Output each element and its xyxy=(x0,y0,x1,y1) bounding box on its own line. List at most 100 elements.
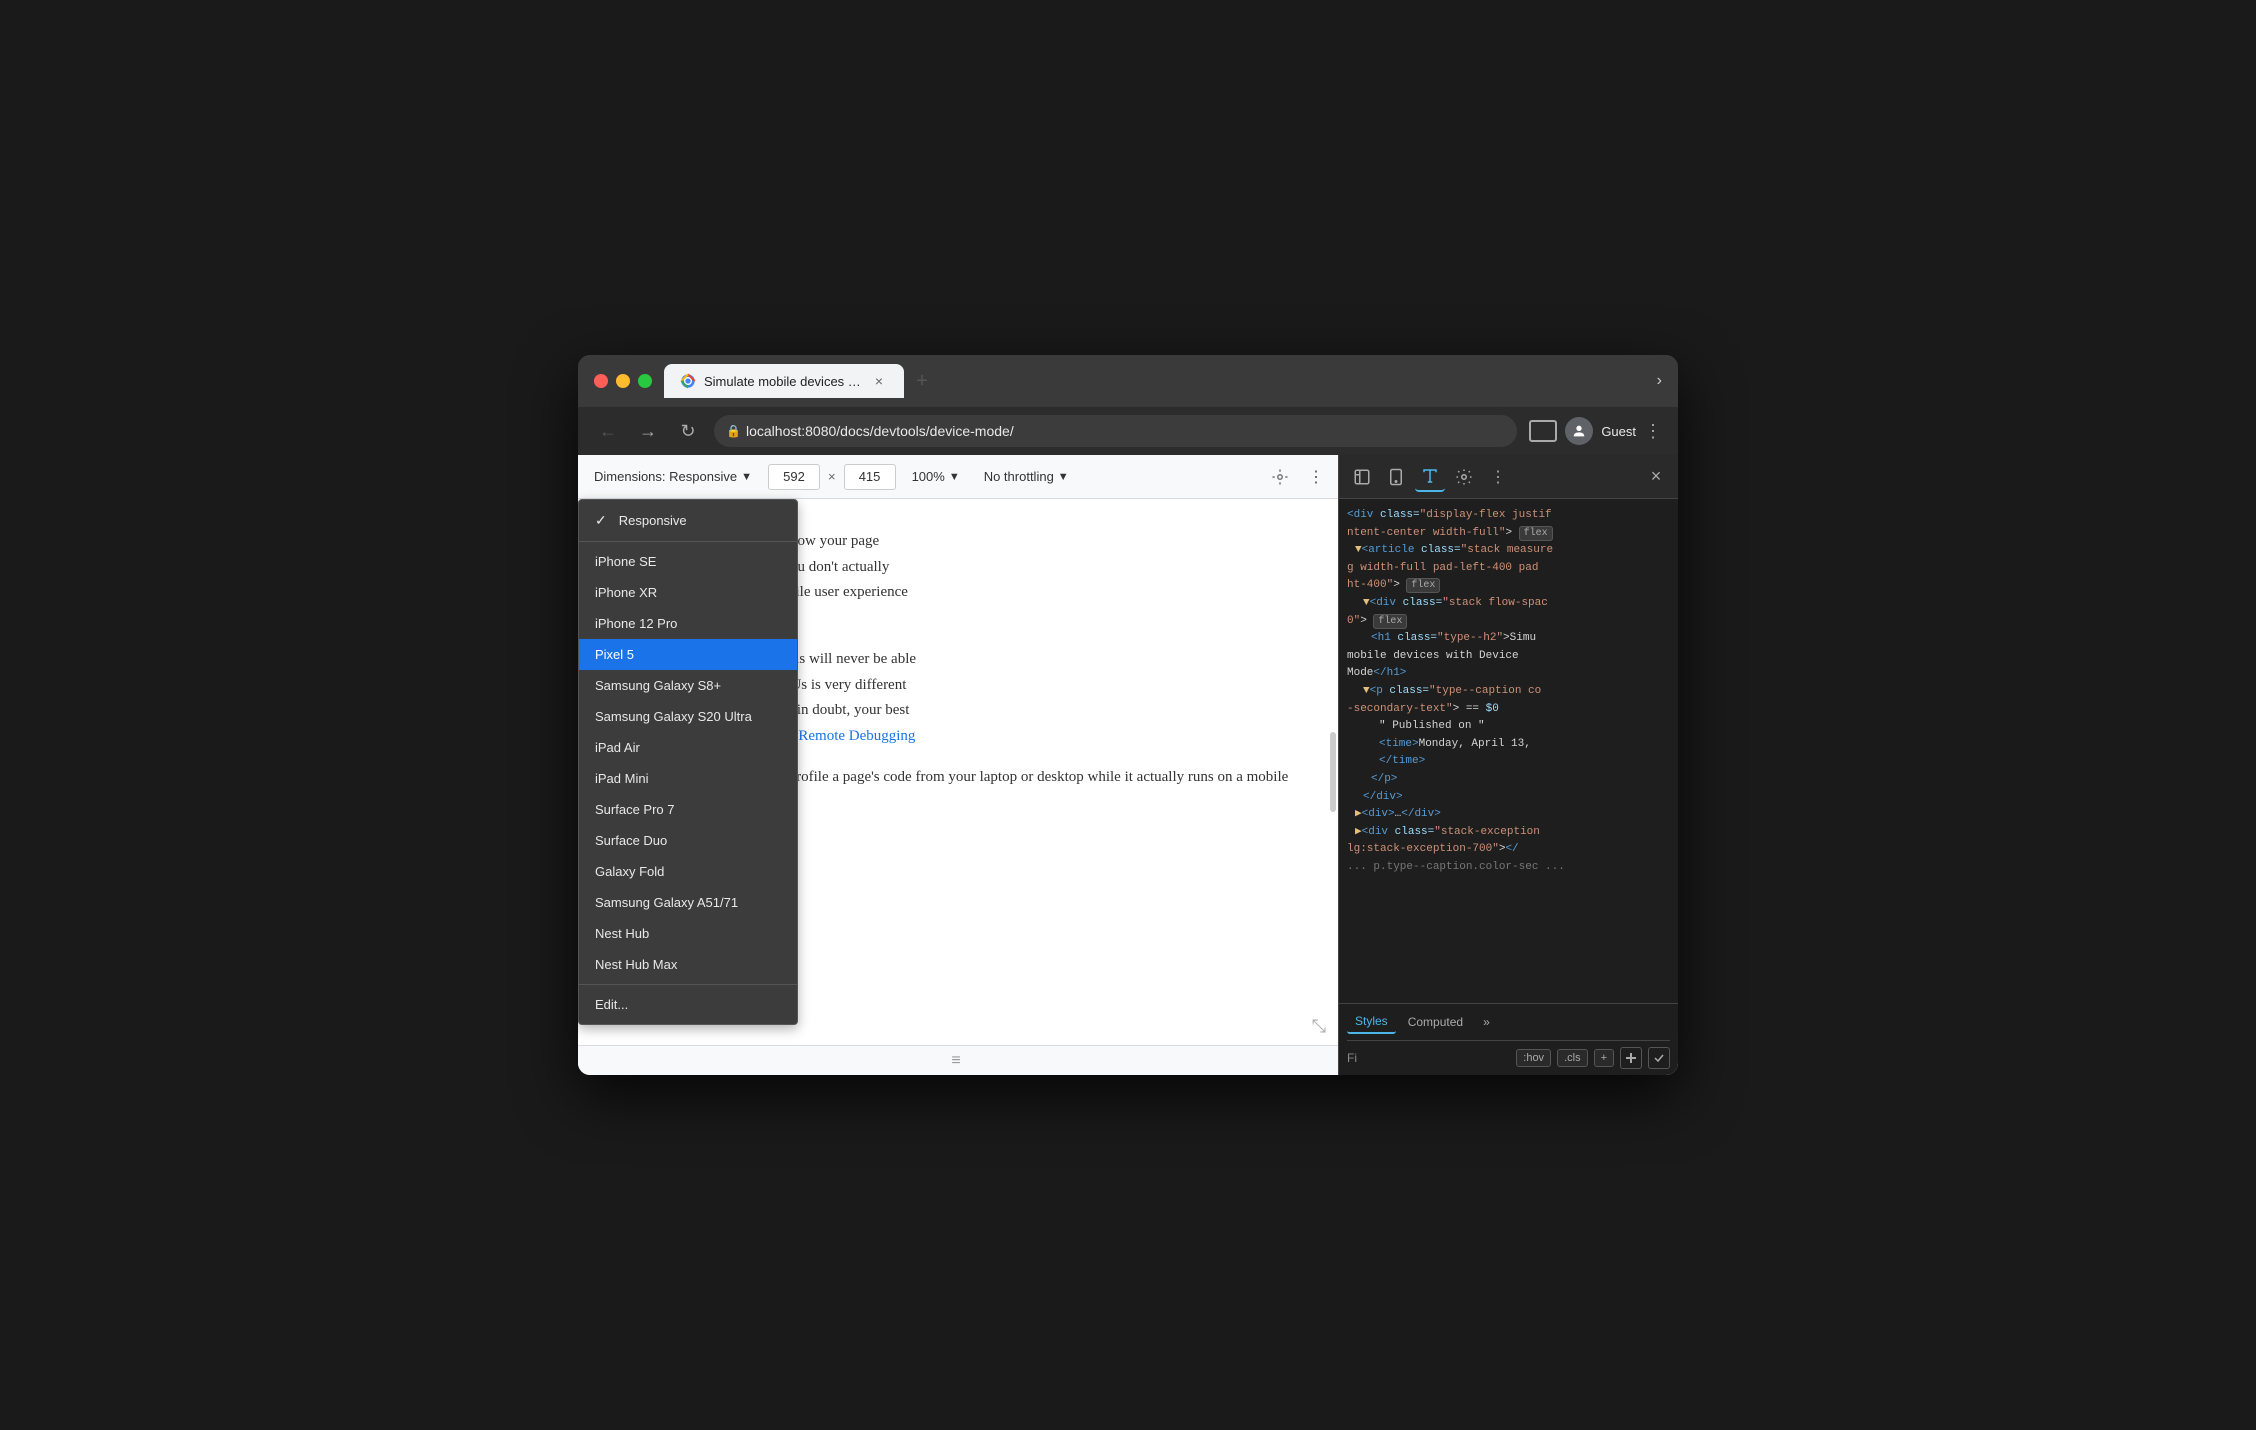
device-toolbar: Dimensions: Responsive ▼ × 100% ▼ No thr… xyxy=(578,455,1338,499)
tab-bar: Simulate mobile devices with D × + › xyxy=(664,364,1662,398)
nest-hub-max-label: Nest Hub Max xyxy=(595,957,677,972)
forward-button[interactable]: → xyxy=(634,417,662,445)
dimensions-chevron-icon: ▼ xyxy=(741,471,752,483)
dropdown-item-responsive[interactable]: Responsive xyxy=(579,504,797,537)
dropdown-item-samsung-s8[interactable]: Samsung Galaxy S8+ xyxy=(579,670,797,701)
dropdown-item-iphone-xr[interactable]: iPhone XR xyxy=(579,577,797,608)
inspector-icon[interactable] xyxy=(1347,462,1377,492)
code-line-7: 0"> flex xyxy=(1347,613,1670,631)
devtools-header: ⋮ × xyxy=(1339,455,1678,499)
remote-debugging-link[interactable]: Remote Debugging xyxy=(798,728,915,744)
active-tab[interactable]: Simulate mobile devices with D × xyxy=(664,364,904,398)
more-tabs[interactable]: » xyxy=(1475,1011,1498,1033)
styles-tab[interactable]: Styles xyxy=(1347,1010,1396,1034)
samsung-a51-label: Samsung Galaxy A51/71 xyxy=(595,895,738,910)
surface-pro-7-label: Surface Pro 7 xyxy=(595,802,675,817)
code-line-19: ▶<div class="stack-exception xyxy=(1355,824,1670,842)
traffic-lights xyxy=(594,374,652,388)
elements-tab-icon[interactable] xyxy=(1415,462,1445,492)
size-separator: × xyxy=(828,469,836,484)
chrome-menu-icon[interactable]: ⋮ xyxy=(1644,421,1662,442)
cls-button[interactable]: .cls xyxy=(1557,1049,1588,1067)
code-line-4: g width-full pad-left-400 pad xyxy=(1347,560,1670,578)
toggle-element-state-icon[interactable] xyxy=(1648,1047,1670,1069)
sensors-icon[interactable] xyxy=(1266,463,1294,491)
throttle-chevron-icon: ▼ xyxy=(1058,471,1069,483)
throttle-dropdown-button[interactable]: No throttling ▼ xyxy=(976,465,1077,488)
page-bottom-bar: ≡ xyxy=(578,1045,1338,1075)
new-tab-button[interactable]: + xyxy=(908,367,936,395)
screen-toggle-button[interactable] xyxy=(1529,420,1557,442)
profile-area: Guest ⋮ xyxy=(1529,417,1662,445)
address-wrapper: 🔒 xyxy=(714,415,1517,447)
code-line-15: </time> xyxy=(1379,753,1670,771)
width-input[interactable] xyxy=(768,464,820,490)
device-mode-icon[interactable] xyxy=(1381,462,1411,492)
dropdown-item-iphone-12-pro[interactable]: iPhone 12 Pro xyxy=(579,608,797,639)
dropdown-item-surface-pro-7[interactable]: Surface Pro 7 xyxy=(579,794,797,825)
tab-menu-button[interactable]: › xyxy=(1657,372,1662,390)
code-line-2: ntent-center width-full"> flex xyxy=(1347,525,1670,543)
minimize-button[interactable] xyxy=(616,374,630,388)
back-button[interactable]: ← xyxy=(594,417,622,445)
dropdown-item-pixel-5[interactable]: Pixel 5 xyxy=(579,639,797,670)
code-line-8: <h1 class="type--h2">Simu xyxy=(1371,630,1670,648)
devtools-panel: ⋮ × <div class="display-flex justif nten… xyxy=(1338,455,1678,1075)
devtools-close-button[interactable]: × xyxy=(1642,463,1670,491)
code-line-11: ▼<p class="type--caption co xyxy=(1363,683,1670,701)
iphone-12-pro-label: iPhone 12 Pro xyxy=(595,616,677,631)
dropdown-item-nest-hub[interactable]: Nest Hub xyxy=(579,918,797,949)
code-line-9: mobile devices with Device xyxy=(1347,648,1670,666)
address-input[interactable] xyxy=(714,415,1517,447)
devtools-styles-area: Styles Computed » Fi :hov .cls + xyxy=(1339,1003,1678,1075)
dropdown-item-iphone-se[interactable]: iPhone SE xyxy=(579,546,797,577)
dropdown-item-ipad-air[interactable]: iPad Air xyxy=(579,732,797,763)
new-style-rule-icon[interactable] xyxy=(1620,1047,1642,1069)
surface-duo-label: Surface Duo xyxy=(595,833,667,848)
code-line-13: " Published on " xyxy=(1379,718,1670,736)
dropdown-item-galaxy-fold[interactable]: Galaxy Fold xyxy=(579,856,797,887)
dimensions-label: Dimensions: Responsive xyxy=(594,469,737,484)
ipad-air-label: iPad Air xyxy=(595,740,640,755)
code-line-14: <time>Monday, April 13, xyxy=(1379,736,1670,754)
dropdown-item-surface-duo[interactable]: Surface Duo xyxy=(579,825,797,856)
iphone-xr-label: iPhone XR xyxy=(595,585,657,600)
zoom-label: 100% xyxy=(912,469,945,484)
resize-handle-icon: ⤡ xyxy=(1312,1016,1326,1037)
settings-icon[interactable] xyxy=(1449,462,1479,492)
code-line-16: </p> xyxy=(1371,771,1670,789)
dropdown-divider-2 xyxy=(579,984,797,985)
iphone-se-label: iPhone SE xyxy=(595,554,656,569)
hov-button[interactable]: :hov xyxy=(1516,1049,1551,1067)
dropdown-item-samsung-a51[interactable]: Samsung Galaxy A51/71 xyxy=(579,887,797,918)
styles-tabs: Styles Computed » xyxy=(1347,1010,1670,1041)
tab-close-button[interactable]: × xyxy=(870,372,888,390)
reload-button[interactable]: ↻ xyxy=(674,417,702,445)
dropdown-item-ipad-mini[interactable]: iPad Mini xyxy=(579,763,797,794)
dimensions-dropdown-button[interactable]: Dimensions: Responsive ▼ xyxy=(586,465,760,488)
profile-icon[interactable] xyxy=(1565,417,1593,445)
code-line-5: ht-400"> flex xyxy=(1347,577,1670,595)
throttle-label: No throttling xyxy=(984,469,1054,484)
dropdown-item-samsung-s20[interactable]: Samsung Galaxy S20 Ultra xyxy=(579,701,797,732)
viewport-wrapper: Dimensions: Responsive ▼ × 100% ▼ No thr… xyxy=(578,455,1338,1075)
dropdown-item-nest-hub-max[interactable]: Nest Hub Max xyxy=(579,949,797,980)
height-input[interactable] xyxy=(844,464,896,490)
chrome-favicon-icon xyxy=(680,373,696,389)
devtools-more-options-icon[interactable]: ⋮ xyxy=(1483,462,1513,492)
address-bar: ← → ↻ 🔒 Guest ⋮ xyxy=(578,407,1678,455)
computed-tab[interactable]: Computed xyxy=(1400,1011,1471,1033)
add-style-button[interactable]: + xyxy=(1594,1049,1614,1067)
code-line-21: ... p.type--caption.color-sec ... xyxy=(1347,859,1670,877)
styles-toolbar: Fi :hov .cls + xyxy=(1347,1041,1670,1069)
bottom-grip-icon: ≡ xyxy=(951,1052,964,1070)
zoom-dropdown-button[interactable]: 100% ▼ xyxy=(904,465,968,488)
maximize-button[interactable] xyxy=(638,374,652,388)
galaxy-fold-label: Galaxy Fold xyxy=(595,864,664,879)
dropdown-divider-1 xyxy=(579,541,797,542)
nest-hub-label: Nest Hub xyxy=(595,926,649,941)
more-options-icon[interactable]: ⋮ xyxy=(1302,463,1330,491)
page-scrollbar[interactable] xyxy=(1330,732,1336,812)
dropdown-item-edit[interactable]: Edit... xyxy=(579,989,797,1020)
close-button[interactable] xyxy=(594,374,608,388)
